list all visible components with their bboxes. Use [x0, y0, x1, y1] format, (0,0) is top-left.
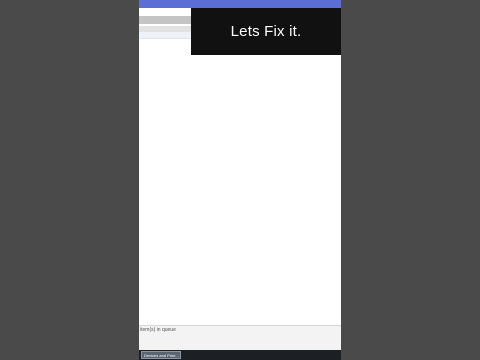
- screen-capture: Lets Fix it. item(s) in queue Devices an…: [139, 0, 341, 360]
- status-text: item(s) in queue: [140, 327, 176, 333]
- window-title-bar[interactable]: [139, 0, 341, 8]
- video-frame: Lets Fix it. item(s) in queue Devices an…: [0, 0, 480, 360]
- taskbar-item-label: Devices and Print...: [144, 352, 179, 358]
- pillarbox-right: [341, 0, 480, 360]
- pillarbox-left: [0, 0, 139, 360]
- list-column-header[interactable]: [139, 32, 191, 39]
- window-content-area: [139, 40, 341, 324]
- status-bar: item(s) in queue: [139, 325, 341, 338]
- caption-text: Lets Fix it.: [230, 23, 302, 40]
- status-bar-lower: [139, 338, 341, 350]
- taskbar-item-devices-printers[interactable]: Devices and Print...: [141, 351, 181, 359]
- caption-overlay: Lets Fix it.: [191, 8, 341, 55]
- taskbar: Devices and Print...: [139, 350, 341, 360]
- toolbar[interactable]: [139, 16, 191, 24]
